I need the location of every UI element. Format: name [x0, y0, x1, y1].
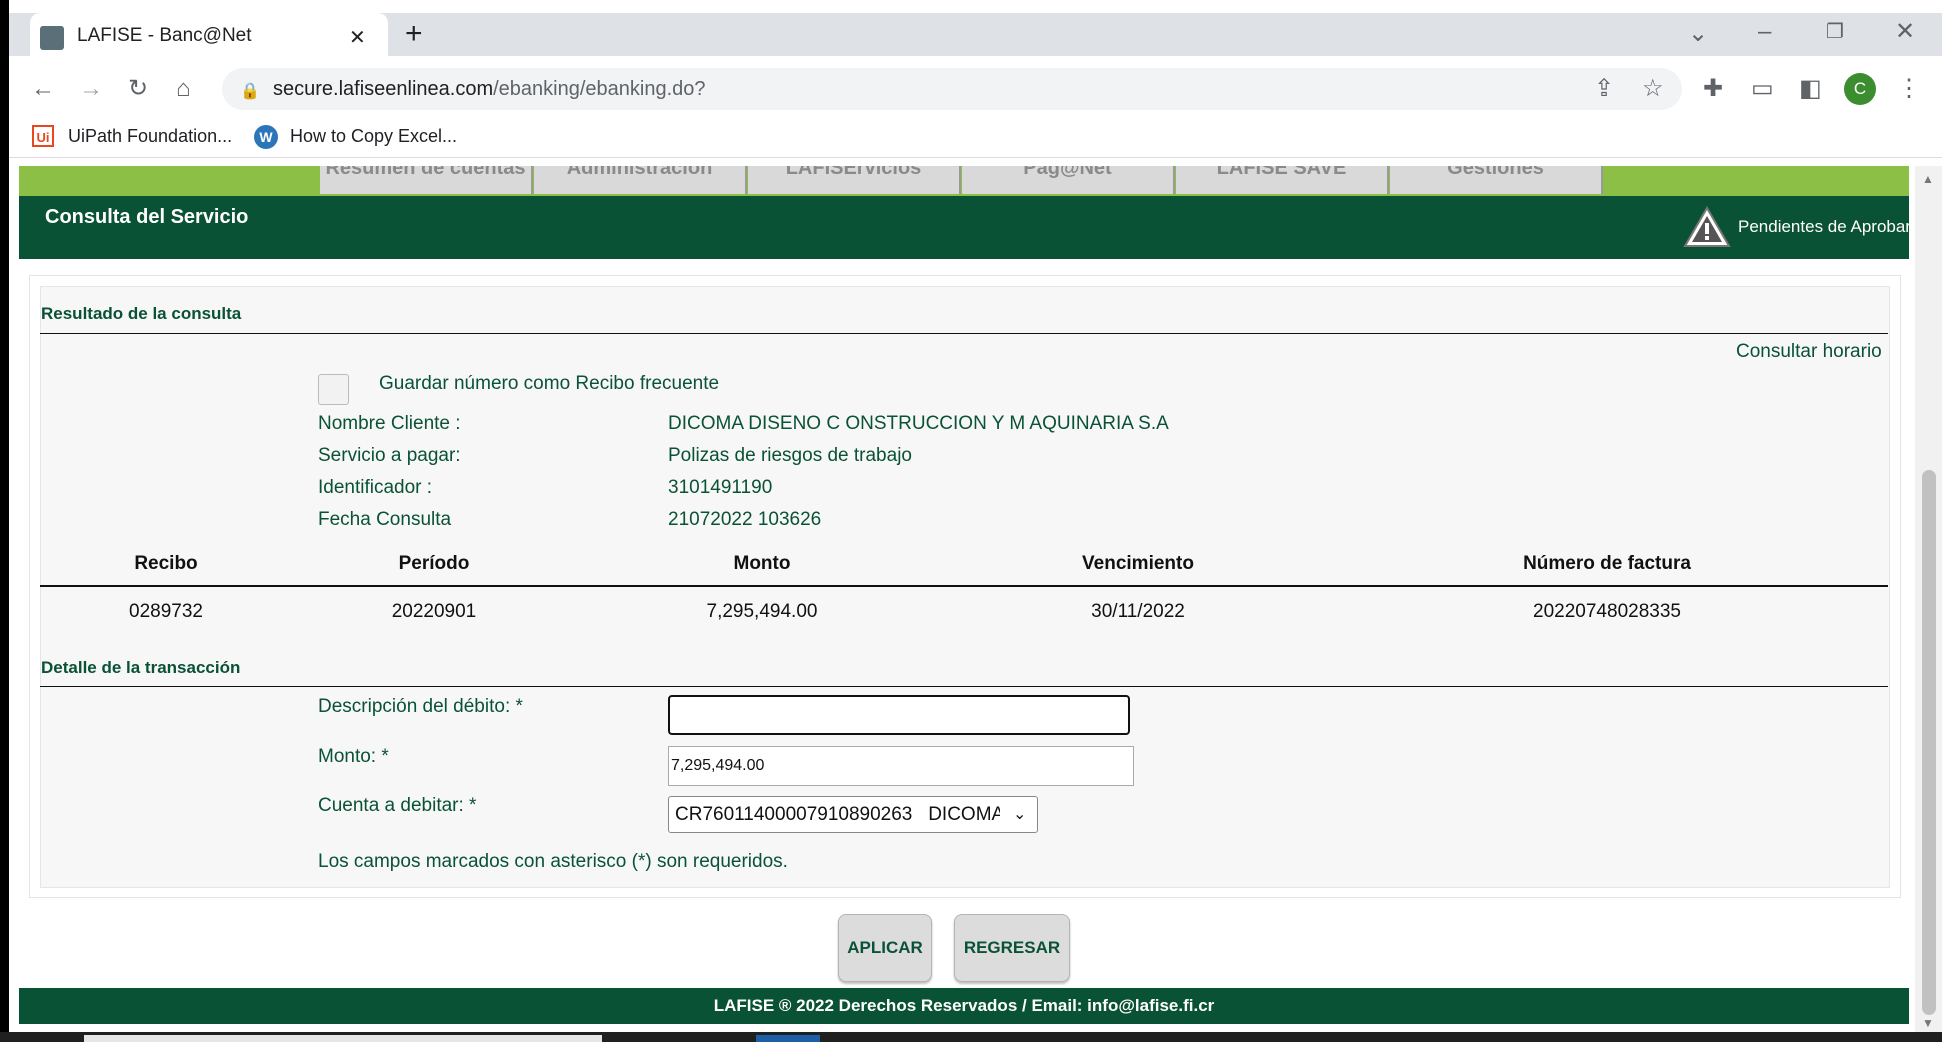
schedule-link[interactable]: Consultar horario	[1736, 341, 1882, 363]
window-left-border	[0, 0, 9, 1042]
query-date-value: 21072022 103626	[668, 509, 822, 530]
col-header-factura: Número de factura	[1523, 553, 1691, 574]
cell-periodo: 20220901	[391, 601, 477, 622]
col-header-recibo: Recibo	[134, 553, 198, 574]
account-select-value: CR76011400007910890263 DICOMA	[675, 804, 1000, 825]
side-panel-icon[interactable]: ◧	[1799, 77, 1822, 101]
page-footer: LAFISE ® 2022 Derechos Reservados / Emai…	[19, 988, 1909, 1024]
query-date-label: Fecha Consulta	[318, 509, 452, 530]
cast-icon[interactable]: ▭	[1751, 77, 1774, 101]
menu-icon[interactable]: ⋮	[1897, 77, 1921, 101]
home-icon[interactable]: ⌂	[176, 77, 191, 101]
client-name-label: Nombre Cliente :	[318, 413, 461, 434]
nav-tab-lafiservicios[interactable]: LAFISErvicios	[748, 166, 961, 194]
chevron-down-icon: ⌄	[1013, 806, 1027, 823]
bookmark-copy-excel[interactable]: How to Copy Excel...	[290, 126, 457, 147]
service-header	[19, 196, 1909, 259]
bookmark-uipath[interactable]: UiPath Foundation...	[68, 126, 232, 147]
back-button[interactable]: REGRESAR	[954, 914, 1070, 982]
url-host: secure.lafiseenlinea.com	[273, 78, 494, 100]
star-icon[interactable]: ☆	[1642, 77, 1664, 101]
col-header-periodo: Período	[398, 553, 470, 574]
minimize-icon[interactable]: –	[1758, 20, 1771, 44]
nav-tab-lafise-save[interactable]: LAFISE SAVE	[1176, 166, 1389, 194]
cell-recibo: 0289732	[129, 601, 203, 622]
nav-tab-gestiones[interactable]: Gestiones	[1390, 166, 1603, 194]
page-title: Consulta del Servicio	[45, 206, 249, 228]
description-input[interactable]	[668, 695, 1130, 735]
identifier-label: Identificador :	[318, 477, 433, 498]
transaction-divider	[40, 686, 1888, 687]
tab-search-icon[interactable]: ⌄	[1688, 22, 1708, 46]
taskbar-app-icon[interactable]	[756, 1035, 820, 1042]
pending-approval-link[interactable]: Pendientes de Aprobar	[1738, 217, 1911, 237]
tab-title: LAFISE - Banc@Net	[77, 25, 252, 46]
cell-vencimiento: 30/11/2022	[1091, 601, 1185, 622]
save-frequent-checkbox[interactable]	[318, 374, 349, 405]
nav-tab-resumen[interactable]: Resumen de cuentas	[320, 166, 533, 194]
uipath-bookmark-icon: Ui	[32, 125, 54, 147]
url-text[interactable]: secure.lafiseenlinea.com/ebanking/ebanki…	[273, 78, 706, 101]
identifier-value: 3101491190	[668, 477, 773, 498]
lock-icon: 🔒	[240, 83, 260, 100]
wordpress-bookmark-icon: W	[254, 125, 278, 149]
scroll-up-arrow-icon[interactable]: ▲	[1922, 172, 1934, 186]
back-icon[interactable]: ←	[31, 77, 55, 101]
table-row[interactable]: 0289732 20220901 7,295,494.00 30/11/2022…	[40, 592, 1888, 630]
profile-avatar[interactable]: C	[1844, 73, 1876, 105]
save-frequent-label: Guardar número como Recibo frecuente	[379, 373, 720, 394]
nav-tab-administracion[interactable]: Administración	[534, 166, 747, 194]
cell-factura: 20220748028335	[1533, 601, 1681, 622]
required-note: Los campos marcados con asterisco (*) so…	[318, 851, 788, 872]
client-name-value: DICOMA DISENO C ONSTRUCCION Y M AQUINARI…	[668, 413, 1169, 434]
col-header-vencimiento: Vencimiento	[1082, 553, 1194, 574]
amount-input[interactable]	[668, 746, 1134, 786]
share-icon[interactable]: ⇪	[1594, 77, 1614, 101]
url-path: /ebanking/ebanking.do?	[493, 78, 706, 100]
account-select[interactable]: CR76011400007910890263 DICOMA ⌄	[668, 796, 1038, 833]
reload-icon[interactable]: ↻	[128, 77, 148, 101]
forward-icon[interactable]: →	[79, 77, 103, 101]
taskbar-item[interactable]	[84, 1035, 602, 1042]
service-value: Polizas de riesgos de trabajo	[668, 445, 912, 466]
transaction-section-title: Detalle de la transacción	[41, 658, 241, 677]
cell-monto: 7,295,494.00	[706, 601, 818, 622]
close-icon[interactable]: ✕	[1895, 20, 1915, 44]
extensions-icon[interactable]: ✚	[1703, 77, 1723, 101]
result-section-title: Resultado de la consulta	[41, 304, 242, 323]
col-header-monto: Monto	[733, 553, 791, 574]
warning-icon[interactable]	[1683, 205, 1731, 249]
description-label: Descripción del débito: *	[318, 696, 523, 717]
amount-label: Monto: *	[318, 746, 389, 767]
tab-favicon-icon	[40, 26, 64, 50]
scroll-down-arrow-icon[interactable]: ▼	[1922, 1016, 1934, 1030]
new-tab-icon[interactable]: +	[405, 19, 423, 49]
nav-tab-pagnet[interactable]: Pag@Net	[962, 166, 1175, 194]
restore-icon[interactable]: ❐	[1826, 20, 1844, 44]
table-header-divider	[40, 585, 1888, 587]
apply-button[interactable]: APLICAR	[838, 914, 932, 982]
scroll-thumb[interactable]	[1922, 470, 1936, 1015]
result-divider	[40, 333, 1888, 334]
tab-close-icon[interactable]: ✕	[349, 26, 366, 50]
service-label: Servicio a pagar:	[318, 445, 461, 466]
account-label: Cuenta a debitar: *	[318, 795, 477, 816]
